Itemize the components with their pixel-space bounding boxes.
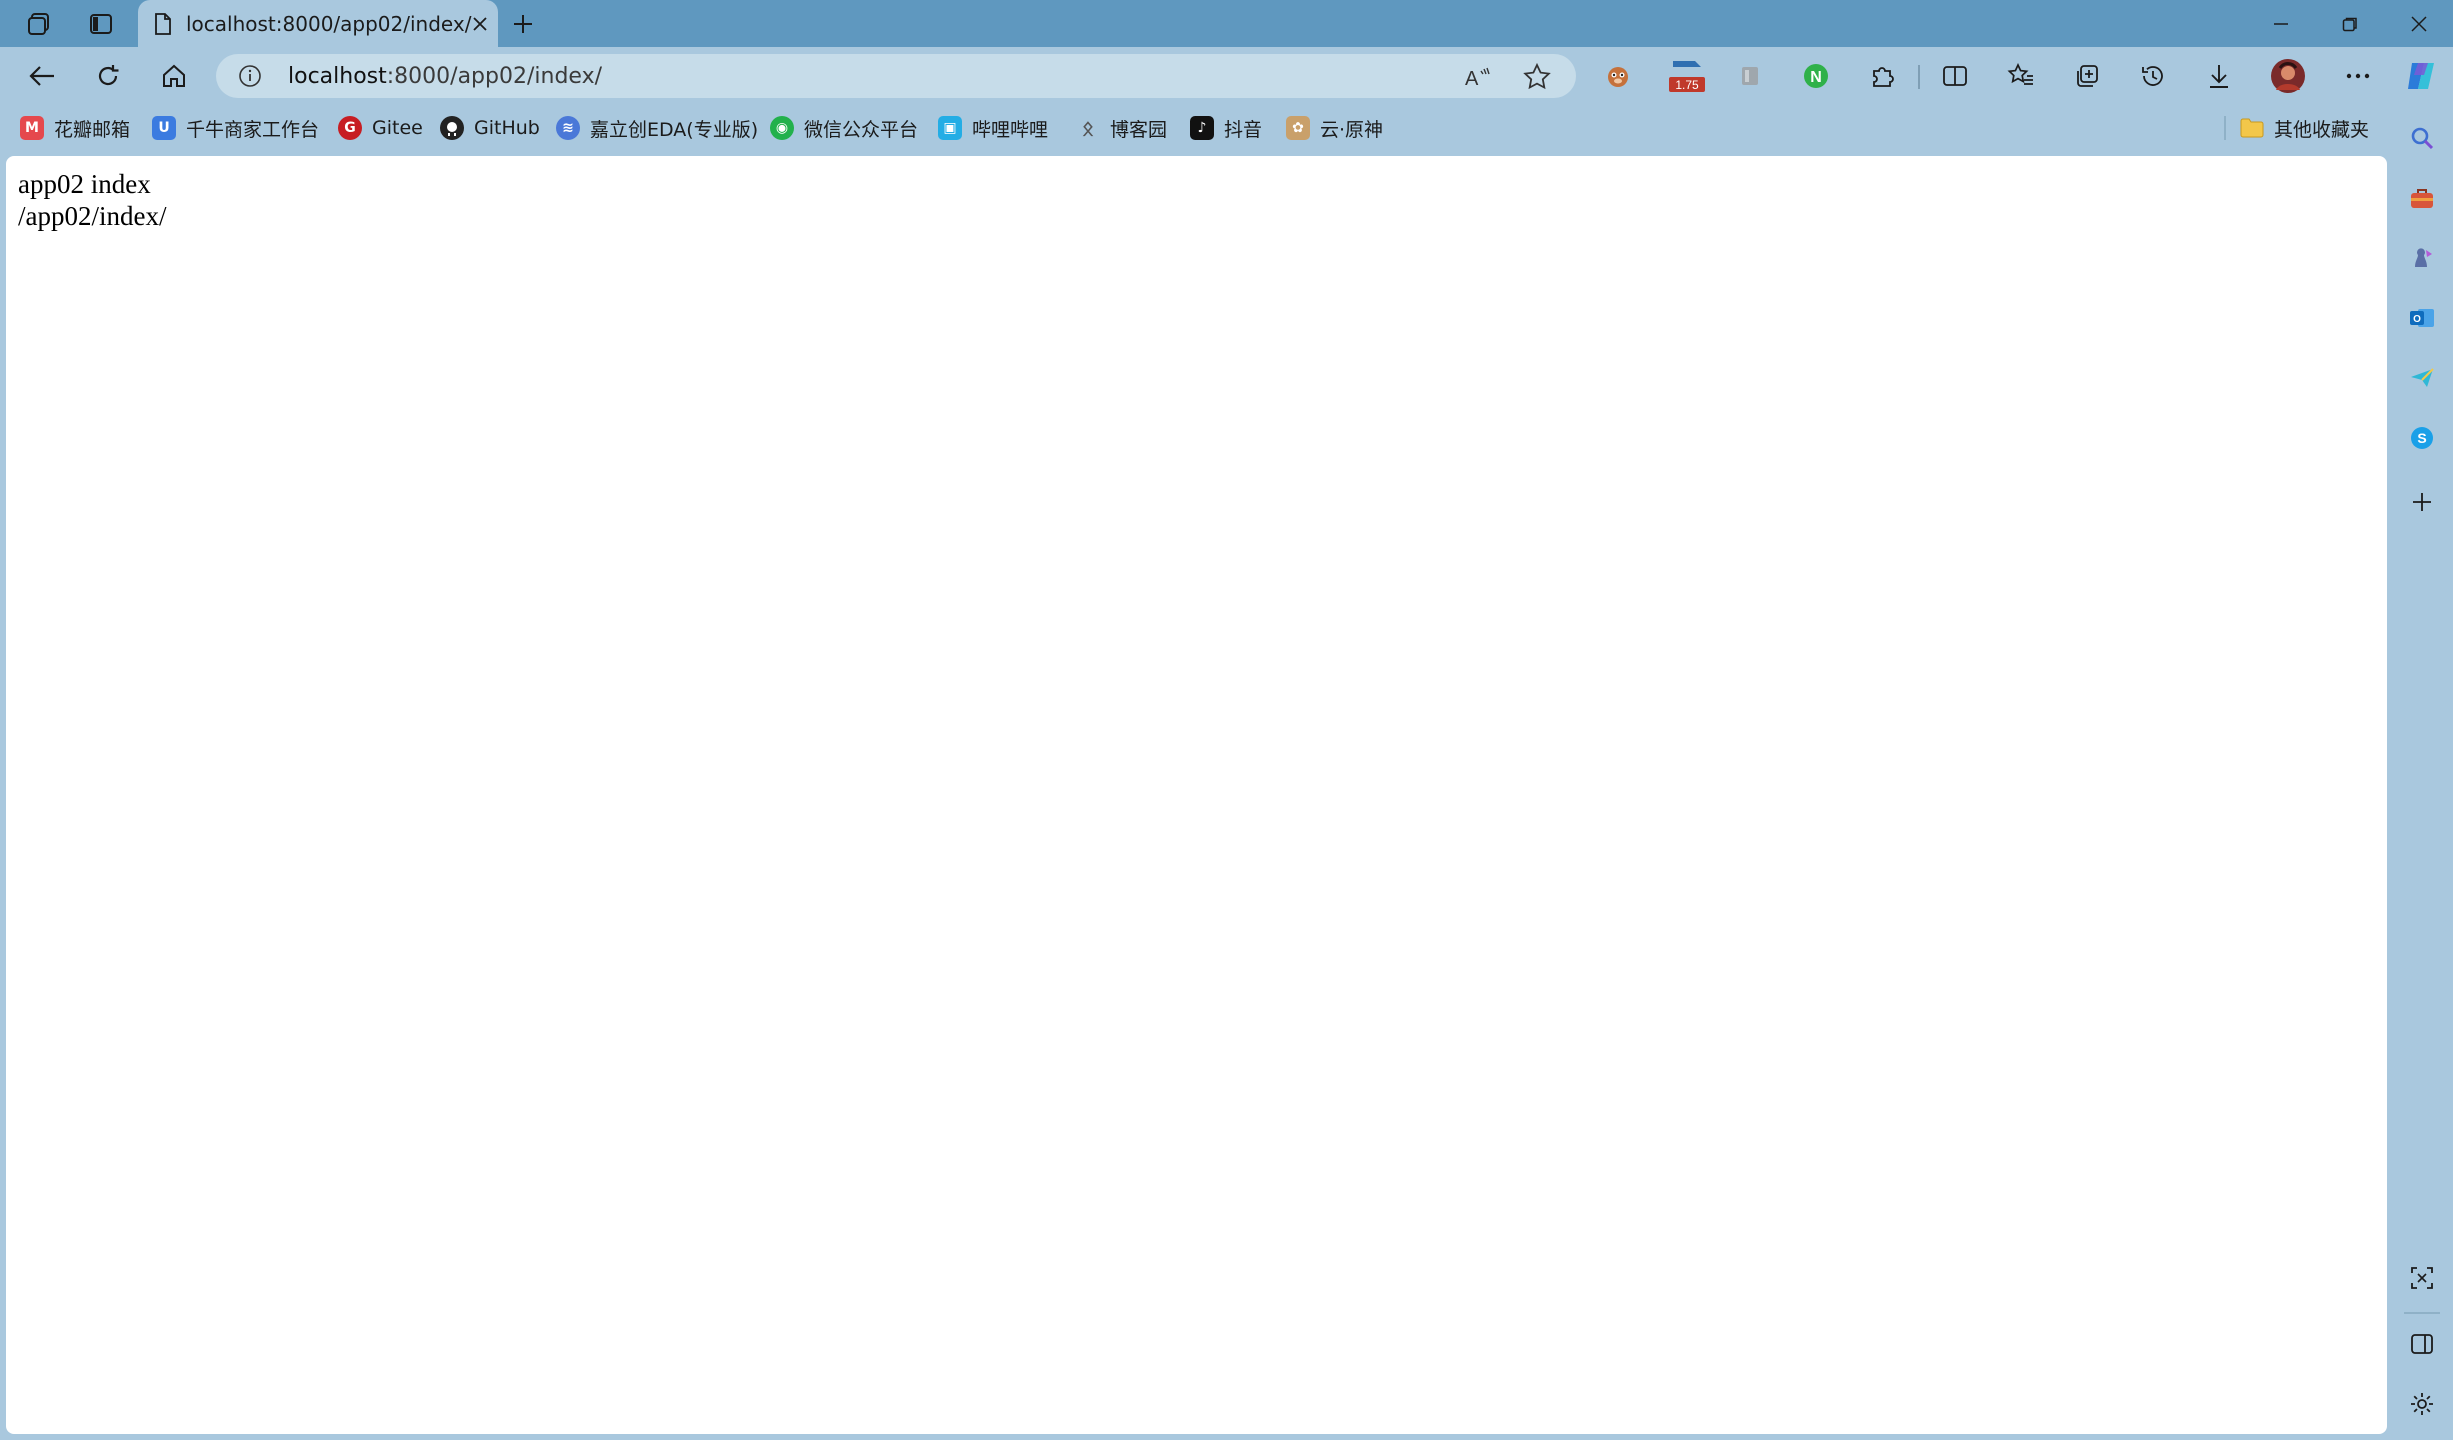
collections-icon[interactable] (2068, 57, 2106, 95)
edge-sidebar: O S (2390, 104, 2453, 1440)
search-icon[interactable] (2404, 120, 2440, 156)
sidebar-divider (2404, 1312, 2440, 1314)
page-viewport: app02 index /app02/index/ (6, 156, 2387, 1434)
add-sidebar-app-icon[interactable] (2404, 484, 2440, 520)
qianniu-icon: U (152, 116, 176, 140)
bookmarks-divider (2224, 116, 2226, 140)
folder-icon (2240, 116, 2264, 140)
genshin-icon: ✿ (1286, 116, 1310, 140)
profile-avatar[interactable] (2269, 57, 2307, 95)
tampermonkey-extension-icon[interactable] (1599, 57, 1637, 95)
bookmark-item[interactable]: GitHub (440, 112, 540, 144)
close-window-button[interactable] (2385, 0, 2453, 47)
page-content: app02 index /app02/index/ (18, 168, 166, 232)
close-tab-icon[interactable] (471, 9, 488, 39)
bookmark-label: 云·原神 (1320, 118, 1384, 141)
downloads-icon[interactable] (2200, 57, 2238, 95)
minimize-button[interactable] (2247, 0, 2315, 47)
split-screen-icon[interactable] (1936, 57, 1974, 95)
bookmark-item[interactable]: ◉ 微信公众平台 (770, 112, 918, 144)
video-speed-extension-icon[interactable]: 1.75 (1665, 57, 1709, 95)
favorites-icon[interactable] (2002, 57, 2040, 95)
bookmarks-bar: M 花瓣邮箱 U 千牛商家工作台 G Gitee GitHub ≋ 嘉立创EDA… (0, 104, 2453, 152)
other-favorites-folder[interactable]: 其他收藏夹 (2240, 112, 2369, 144)
bookmark-item[interactable]: U 千牛商家工作台 (152, 112, 319, 144)
back-button[interactable] (22, 56, 62, 96)
svg-text:O: O (2413, 314, 2421, 325)
bookmark-label: Gitee (372, 117, 423, 139)
settings-gear-icon[interactable] (2404, 1386, 2440, 1422)
active-tab[interactable]: localhost:8000/app02/index/ (138, 0, 498, 47)
address-bar[interactable]: localhost:8000/app02/index/ A (216, 54, 1576, 98)
bookmark-item[interactable]: G Gitee (338, 112, 423, 144)
tab-title: localhost:8000/app02/index/ (186, 11, 472, 36)
read-aloud-icon[interactable]: A (1460, 60, 1494, 94)
svg-text:A: A (1465, 68, 1479, 89)
wechat-icon: ◉ (770, 116, 794, 140)
site-info-icon[interactable] (238, 64, 262, 88)
copilot-icon[interactable] (2402, 57, 2440, 95)
toolbar-divider (1918, 65, 1920, 89)
workspaces-icon[interactable] (22, 8, 56, 40)
games-icon[interactable] (2404, 240, 2440, 276)
skype-icon[interactable]: S (2404, 420, 2440, 456)
history-icon[interactable] (2134, 57, 2172, 95)
restore-button[interactable] (2316, 0, 2384, 47)
bookmark-label: 花瓣邮箱 (54, 118, 131, 141)
reader-extension-icon[interactable] (1731, 57, 1769, 95)
send-to-device-icon[interactable] (2404, 360, 2440, 396)
url-path: :8000/app02/index/ (386, 64, 602, 89)
bilibili-icon: ▣ (938, 116, 962, 140)
easyeda-icon: ≋ (556, 116, 580, 140)
zoom-badge-text: 1.75 (1675, 78, 1699, 92)
bookmark-label: 千牛商家工作台 (186, 118, 320, 141)
page-heading-text: app02 index (18, 169, 151, 199)
bookmark-item[interactable]: ᛟ 博客园 (1076, 112, 1167, 144)
bookmark-label: 哔哩哔哩 (972, 118, 1049, 141)
extensions-puzzle-icon[interactable] (1863, 57, 1901, 95)
bookmark-item[interactable]: ✿ 云·原神 (1286, 112, 1383, 144)
favorite-star-icon[interactable] (1520, 60, 1554, 94)
navigation-toolbar: localhost:8000/app02/index/ A 1.75 N (0, 47, 2453, 104)
screenshot-icon[interactable] (2404, 1260, 2440, 1296)
bookmark-item[interactable]: ♪ 抖音 (1190, 112, 1262, 144)
mail-icon: M (20, 116, 44, 140)
bookmark-label: 微信公众平台 (804, 118, 919, 141)
svg-text:S: S (2417, 430, 2426, 446)
bookmark-label: 抖音 (1224, 118, 1263, 141)
title-bar: localhost:8000/app02/index/ (0, 0, 2453, 47)
bookmark-item[interactable]: ▣ 哔哩哔哩 (938, 112, 1048, 144)
gitee-icon: G (338, 116, 362, 140)
tools-briefcase-icon[interactable] (2404, 180, 2440, 216)
home-button[interactable] (154, 56, 194, 96)
hide-sidebar-icon[interactable] (2404, 1326, 2440, 1362)
new-tab-button[interactable] (506, 8, 540, 40)
url-host: localhost (288, 64, 387, 89)
refresh-button[interactable] (88, 56, 128, 96)
vertical-tabs-icon[interactable] (84, 8, 118, 40)
bookmark-label: 博客园 (1110, 118, 1168, 141)
bookmark-item[interactable]: ≋ 嘉立创EDA(专业版) (556, 112, 758, 144)
outlook-icon[interactable]: O (2404, 300, 2440, 336)
bookmark-label: GitHub (474, 117, 540, 139)
svg-text:N: N (1810, 69, 1822, 86)
bookmark-label: 嘉立创EDA(专业版) (590, 118, 759, 141)
bookmark-item[interactable]: M 花瓣邮箱 (20, 112, 130, 144)
url-text[interactable]: localhost:8000/app02/index/ (288, 64, 602, 89)
page-icon (154, 12, 172, 35)
more-options-icon[interactable] (2339, 57, 2377, 95)
cnblogs-icon: ᛟ (1082, 116, 1094, 140)
other-favorites-label: 其他收藏夹 (2274, 118, 2370, 141)
douyin-icon: ♪ (1190, 116, 1214, 140)
page-path-text: /app02/index/ (18, 201, 167, 231)
github-icon (440, 116, 464, 140)
n-extension-icon[interactable]: N (1797, 57, 1835, 95)
